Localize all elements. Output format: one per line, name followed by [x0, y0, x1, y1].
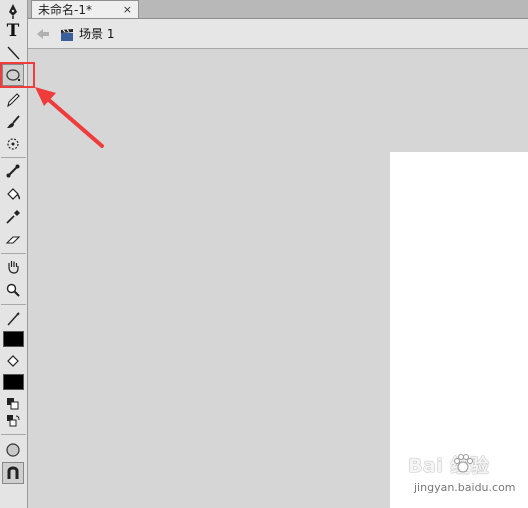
paw-logo-icon	[454, 454, 473, 473]
close-icon[interactable]: ×	[123, 3, 132, 16]
document-tab-bar: 未命名-1* ×	[28, 0, 528, 19]
zoom-icon[interactable]	[2, 279, 24, 301]
paint-bucket-icon[interactable]	[2, 183, 24, 205]
annotation-arrow	[35, 87, 104, 148]
brush-icon[interactable]	[2, 111, 24, 133]
eyedropper-icon[interactable]	[2, 206, 24, 228]
fill-color-icon[interactable]	[2, 350, 24, 372]
scene-label[interactable]: 场景 1	[79, 25, 114, 42]
toolbar-separator	[1, 434, 26, 435]
back-arrow-icon[interactable]	[36, 27, 50, 41]
stroke-color-icon[interactable]	[2, 308, 24, 330]
pen-icon[interactable]	[2, 0, 24, 22]
scene-clapper-icon	[60, 27, 74, 41]
bone-icon[interactable]	[2, 160, 24, 182]
edit-bar: 场景 1	[28, 19, 528, 49]
object-drawing-icon[interactable]	[2, 439, 24, 461]
fill-color-swatch[interactable]	[3, 374, 24, 390]
tool-highlight-box	[0, 62, 35, 88]
pencil-icon[interactable]	[2, 89, 24, 111]
swap-colors-icon[interactable]	[2, 410, 24, 432]
line-icon[interactable]	[2, 42, 24, 64]
toolbar-separator	[1, 304, 26, 305]
stroke-color-swatch[interactable]	[3, 331, 24, 347]
toolbar-separator	[1, 157, 26, 158]
snap-magnet-icon[interactable]	[2, 462, 24, 484]
document-tab-title: 未命名-1*	[38, 3, 92, 17]
toolbar-separator	[1, 253, 26, 254]
text-icon[interactable]: T	[2, 20, 24, 42]
watermark-url: jingyan.baidu.com	[414, 481, 516, 494]
eraser-icon[interactable]	[2, 229, 24, 251]
watermark: Bai 经验 jingyan.baidu.com	[402, 451, 522, 501]
hand-icon[interactable]	[2, 256, 24, 278]
deco-icon[interactable]	[2, 133, 24, 155]
document-tab[interactable]: 未命名-1* ×	[31, 0, 139, 18]
watermark-brand: Bai 经验	[408, 455, 490, 477]
